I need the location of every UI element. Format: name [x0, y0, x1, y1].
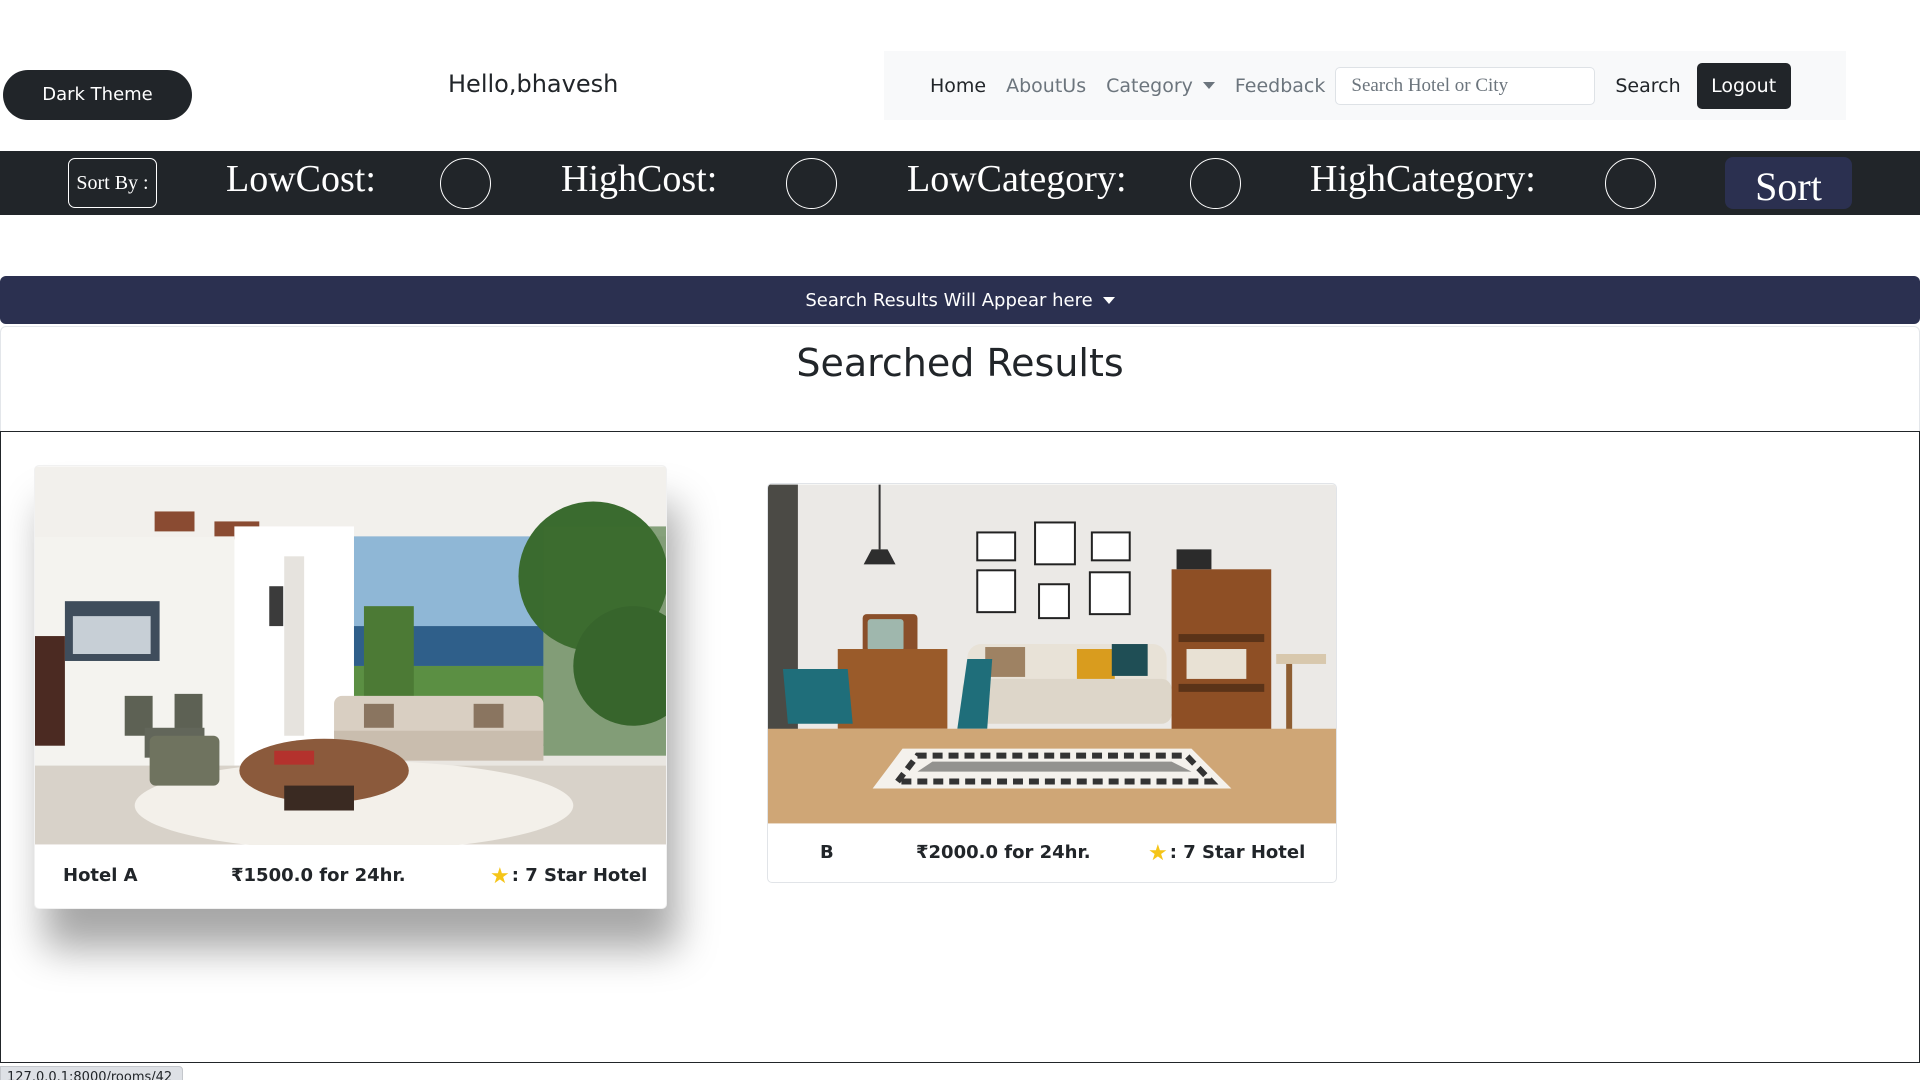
lowcategory-radio[interactable] [1190, 158, 1241, 209]
nav-home-link[interactable]: Home [930, 75, 986, 97]
highcategory-radio[interactable] [1605, 158, 1656, 209]
hotel-price: ₹2000.0 for 24hr. [916, 842, 1091, 863]
search-button[interactable]: Search [1615, 67, 1680, 105]
user-greeting: Hello,bhavesh [448, 70, 619, 98]
hotel-name: Hotel A [63, 865, 138, 886]
nav-aboutus-link[interactable]: AboutUs [1006, 75, 1086, 97]
lowcategory-label: LowCategory: [907, 158, 1127, 200]
sort-button[interactable]: Sort [1725, 157, 1852, 209]
hotel-card[interactable]: Hotel A ₹1500.0 for 24hr. ★: 7 Star Hote… [34, 465, 667, 909]
chevron-down-icon [1102, 296, 1115, 304]
lowcost-label: LowCost: [226, 158, 376, 200]
nav-category-dropdown[interactable]: Category [1106, 75, 1215, 97]
hotel-rating-text: : 7 Star Hotel [511, 865, 648, 886]
hotel-room-image [35, 466, 666, 845]
highcost-radio[interactable] [786, 158, 837, 209]
hotel-card-info: Hotel A ₹1500.0 for 24hr. ★: 7 Star Hote… [35, 845, 666, 908]
highcost-label: HighCost: [561, 158, 718, 200]
star-icon: ★ [490, 864, 510, 889]
hotel-rating: ★: 7 Star Hotel [490, 864, 648, 889]
hotel-price: ₹1500.0 for 24hr. [231, 865, 406, 886]
lowcost-radio[interactable] [440, 158, 491, 209]
dark-theme-button[interactable]: Dark Theme [3, 70, 192, 120]
chevron-down-icon [1202, 82, 1215, 89]
results-collapse-toggle[interactable]: Search Results Will Appear here [0, 276, 1920, 324]
search-input[interactable] [1335, 66, 1596, 105]
hotel-rating-text: : 7 Star Hotel [1169, 842, 1306, 863]
hotel-card[interactable]: B ₹2000.0 for 24hr. ★: 7 Star Hotel [767, 483, 1337, 883]
results-title: Searched Results [796, 341, 1124, 385]
status-bar-url: 127.0.0.1:8000/rooms/42 [0, 1066, 183, 1080]
nav-feedback-link[interactable]: Feedback [1235, 75, 1325, 97]
hotel-room-image [768, 484, 1336, 824]
star-icon: ★ [1148, 841, 1168, 866]
top-navbar: Home AboutUs Category Feedback Search Lo… [884, 51, 1846, 120]
hotel-card-info: B ₹2000.0 for 24hr. ★: 7 Star Hotel [768, 824, 1336, 882]
hotel-rating: ★: 7 Star Hotel [1148, 841, 1306, 866]
hotel-name: B [820, 842, 834, 863]
collapse-label: Search Results Will Appear here [805, 289, 1093, 311]
nav-category-label: Category [1106, 74, 1193, 97]
results-header: Searched Results [0, 326, 1920, 432]
sort-by-label: Sort By : [68, 158, 157, 208]
results-area: Hotel A ₹1500.0 for 24hr. ★: 7 Star Hote… [0, 431, 1920, 1063]
sort-bar: Sort By : LowCost: HighCost: LowCategory… [0, 151, 1920, 215]
logout-button[interactable]: Logout [1696, 62, 1791, 109]
highcategory-label: HighCategory: [1310, 158, 1536, 200]
